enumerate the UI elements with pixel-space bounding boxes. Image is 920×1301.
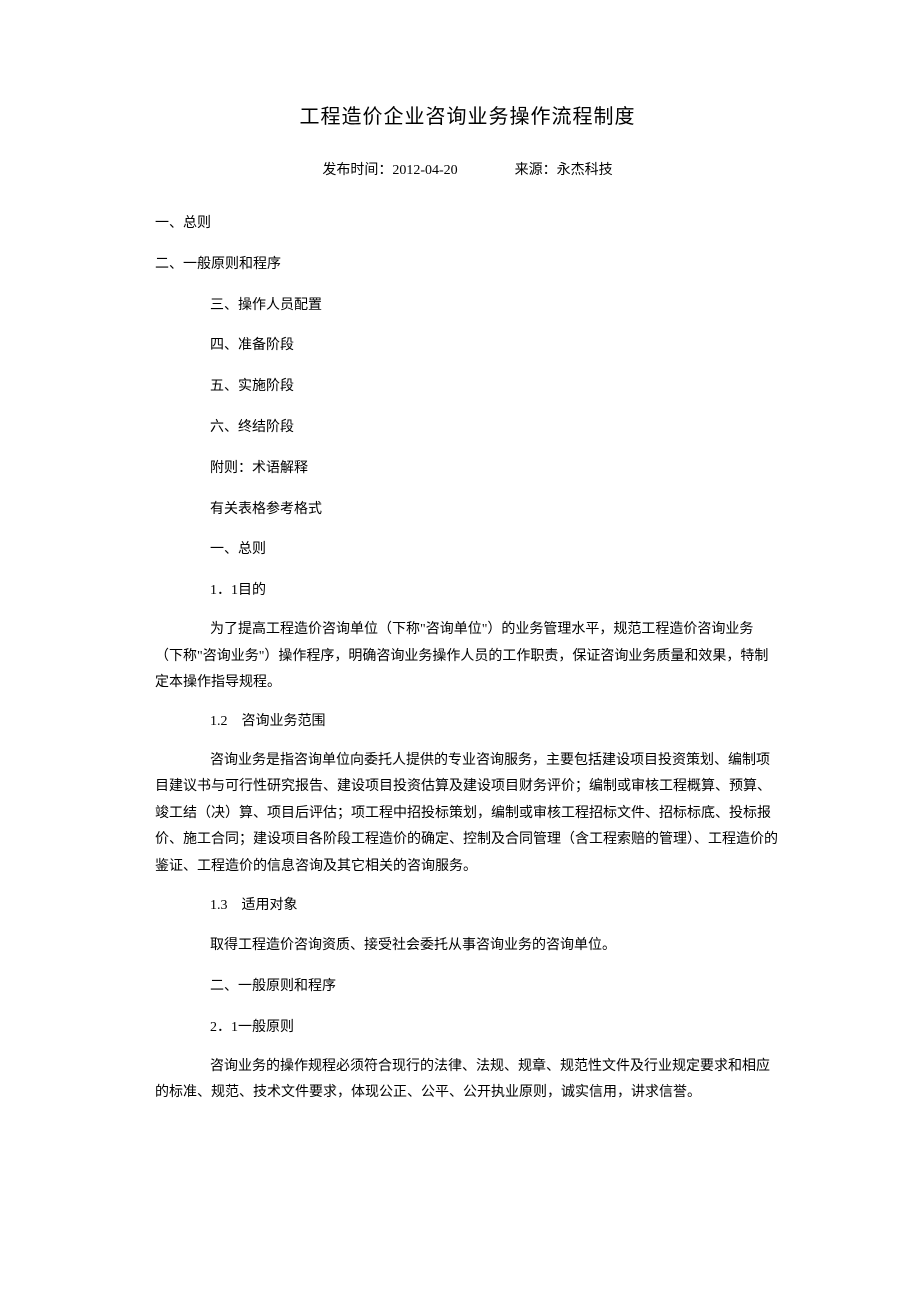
toc-item-3: 三、操作人员配置 <box>155 291 780 322</box>
paragraph-1-3: 取得工程造价咨询资质、接受社会委托从事咨询业务的咨询单位。 <box>155 931 780 962</box>
toc-item-4: 四、准备阶段 <box>155 331 780 362</box>
toc-item-1: 一、总则 <box>155 209 780 240</box>
document-title: 工程造价企业咨询业务操作流程制度 <box>155 100 780 129</box>
section-1-1-heading: 1．1目的 <box>155 576 780 607</box>
paragraph-2-1: 咨询业务的操作规程必须符合现行的法律、法规、规章、规范性文件及行业规定要求和相应… <box>155 1054 780 1107</box>
toc-item-7: 附则：术语解释 <box>155 454 780 485</box>
toc-item-2: 二、一般原则和程序 <box>155 250 780 281</box>
paragraph-1-2: 咨询业务是指咨询单位向委托人提供的专业咨询服务，主要包括建设项目投资策划、编制项… <box>155 748 780 881</box>
toc-item-8: 有关表格参考格式 <box>155 495 780 526</box>
section-2-1-heading: 2．1一般原则 <box>155 1013 780 1044</box>
document-page: 工程造价企业咨询业务操作流程制度 发布时间：2012-04-20 来源：永杰科技… <box>0 0 920 1177</box>
source-value: 永杰科技 <box>557 163 613 178</box>
section-2-heading: 二、一般原则和程序 <box>155 972 780 1003</box>
toc-item-5: 五、实施阶段 <box>155 372 780 403</box>
paragraph-1-1: 为了提高工程造价咨询单位（下称"咨询单位"）的业务管理水平，规范工程造价咨询业务… <box>155 617 780 697</box>
publish-label: 发布时间： <box>322 163 392 178</box>
section-1-3-heading: 1.3 适用对象 <box>155 891 780 922</box>
section-1-heading: 一、总则 <box>155 535 780 566</box>
document-meta: 发布时间：2012-04-20 来源：永杰科技 <box>155 159 780 179</box>
document-body: 一、总则 二、一般原则和程序 三、操作人员配置 四、准备阶段 五、实施阶段 六、… <box>155 209 780 1107</box>
source-label: 来源： <box>515 163 557 178</box>
publish-date: 2012-04-20 <box>392 163 457 178</box>
section-1-2-heading: 1.2 咨询业务范围 <box>155 707 780 738</box>
toc-item-6: 六、终结阶段 <box>155 413 780 444</box>
